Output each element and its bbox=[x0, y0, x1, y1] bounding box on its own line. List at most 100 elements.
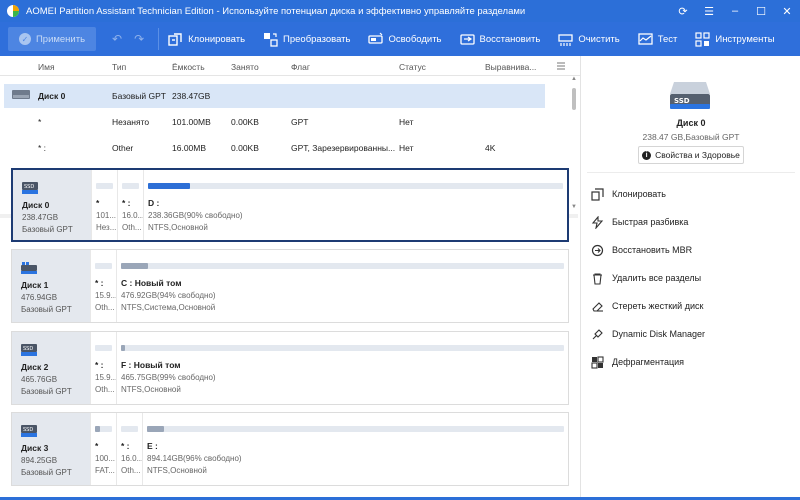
partition-block[interactable]: * : 16.0... Oth... bbox=[117, 170, 143, 240]
disk-name: Диск 2 bbox=[21, 362, 49, 372]
partition-name: * bbox=[95, 441, 99, 451]
cell-capacity: 101.00MB bbox=[172, 117, 211, 127]
col-name-header[interactable]: Имя bbox=[38, 62, 55, 72]
partition-fs: NTFS,Основной bbox=[121, 385, 181, 394]
disk-card-0[interactable]: SSD Диск 0 238.47GB Базовый GPT * 101...… bbox=[11, 168, 569, 242]
partition-fs: NTFS,Основной bbox=[148, 223, 208, 232]
usage-bar bbox=[95, 263, 112, 269]
partition-block[interactable]: * : 15.9... Oth... bbox=[90, 250, 116, 322]
maximize-button[interactable]: ☐ bbox=[748, 0, 774, 22]
recover-icon bbox=[459, 33, 475, 45]
table-scrollbar[interactable]: ▲ ▼ bbox=[570, 76, 578, 212]
partition-block[interactable]: D : 238.36GB(90% свободно) NTFS,Основной bbox=[143, 170, 567, 240]
partition-block[interactable]: F : Новый том 465.75GB(99% свободно) NTF… bbox=[116, 332, 568, 404]
partition-block[interactable]: * 100... FAT... bbox=[90, 413, 116, 485]
scroll-up-icon[interactable]: ▲ bbox=[570, 76, 578, 82]
disk-name: Диск 1 bbox=[21, 280, 49, 290]
action-label: Удалить все разделы bbox=[612, 273, 702, 283]
cell-status: Нет bbox=[399, 117, 414, 127]
action-dynamic-disk[interactable]: Dynamic Disk Manager bbox=[591, 325, 705, 343]
table-row[interactable]: * : Other 16.00MB 0.00KB GPT, Зарезервир… bbox=[0, 136, 570, 160]
partition-fs: Oth... bbox=[95, 385, 115, 394]
partition-block[interactable]: C : Новый том 476.92GB(94% свободно) NTF… bbox=[116, 250, 568, 322]
partition-block[interactable]: * : 15.9... Oth... bbox=[90, 332, 116, 404]
divider bbox=[587, 172, 795, 173]
window-title: AOMEI Partition Assistant Technician Edi… bbox=[26, 5, 526, 17]
action-defrag[interactable]: Дефрагментация bbox=[591, 353, 684, 371]
toolbar-wipe-label: Очистить bbox=[578, 33, 620, 45]
partition-block[interactable]: E : 894.14GB(96% свободно) NTFS,Основной bbox=[142, 413, 568, 485]
ssd-large-icon: SSD bbox=[670, 82, 710, 109]
toolbar-recover-button[interactable]: Восстановить bbox=[451, 22, 550, 56]
clone-icon bbox=[168, 32, 182, 46]
partition-fs: Oth... bbox=[122, 223, 142, 232]
col-align-header[interactable]: Выравнива... bbox=[485, 62, 536, 72]
disk-card-1[interactable]: Диск 1 476.94GB Базовый GPT * : 15.9... … bbox=[11, 249, 569, 323]
col-used-header[interactable]: Занято bbox=[231, 62, 259, 72]
column-settings-icon[interactable] bbox=[556, 61, 566, 71]
partition-size: 476.92GB(94% свободно) bbox=[121, 291, 216, 300]
action-delete-all[interactable]: Удалить все разделы bbox=[591, 269, 701, 287]
toolbar-free-button[interactable]: Освободить bbox=[359, 22, 450, 56]
col-type-header[interactable]: Тип bbox=[112, 62, 126, 72]
partition-size: 15.9... bbox=[95, 373, 116, 382]
action-label: Быстрая разбивка bbox=[612, 217, 689, 227]
col-flag-header[interactable]: Флаг bbox=[291, 62, 310, 72]
minimize-button[interactable]: – bbox=[722, 0, 748, 22]
system-disk-icon bbox=[21, 262, 37, 274]
toolbar-tools-button[interactable]: Инструменты bbox=[686, 22, 783, 56]
cell-flag: GPT bbox=[291, 117, 309, 127]
disk-card-3[interactable]: SSD Диск 3 894.25GB Базовый GPT * 100...… bbox=[11, 412, 569, 486]
cell-used: 0.00KB bbox=[231, 117, 259, 127]
table-row[interactable]: Диск 0 Базовый GPT 238.47GB bbox=[4, 84, 545, 108]
ssd-icon: SSD bbox=[21, 344, 37, 356]
check-icon: ✓ bbox=[18, 33, 31, 45]
toolbar-test-button[interactable]: Тест bbox=[629, 22, 687, 56]
menu-icon[interactable]: ☰ bbox=[696, 0, 722, 22]
partition-fs: NTFS,Система,Основной bbox=[121, 303, 216, 312]
ssd-icon: SSD bbox=[22, 182, 38, 194]
partition-fs: FAT... bbox=[95, 466, 115, 475]
undo-icon[interactable]: ↶ bbox=[112, 32, 122, 46]
redo-icon[interactable]: ↷ bbox=[134, 32, 144, 46]
free-space-icon bbox=[368, 32, 384, 44]
table-row[interactable]: * Незанято 101.00MB 0.00KB GPT Нет bbox=[0, 110, 570, 134]
cell-status: Нет bbox=[399, 143, 414, 153]
cell-used: 0.00KB bbox=[231, 143, 259, 153]
partition-size: 16.0... bbox=[122, 211, 143, 220]
title-bar: AOMEI Partition Assistant Technician Edi… bbox=[0, 0, 800, 22]
scroll-down-icon[interactable]: ▼ bbox=[570, 204, 578, 210]
toolbar-convert-label: Преобразовать bbox=[283, 33, 351, 45]
disk-info: SSD Диск 0 238.47GB Базовый GPT bbox=[13, 170, 91, 240]
usage-bar bbox=[147, 426, 564, 432]
cell-type: Other bbox=[112, 143, 134, 153]
action-quick-partition[interactable]: Быстрая разбивка bbox=[591, 213, 688, 231]
action-clone[interactable]: Клонировать bbox=[591, 185, 666, 203]
toolbar: ✓ Применить ↶ ↷ Клонировать Преобразоват… bbox=[0, 22, 800, 56]
toolbar-wipe-button[interactable]: Очистить bbox=[549, 22, 628, 56]
action-wipe-disk[interactable]: Стереть жесткий диск bbox=[591, 297, 703, 315]
cell-capacity: 238.47GB bbox=[172, 91, 211, 101]
partition-fs: Oth... bbox=[121, 466, 141, 475]
col-capacity-header[interactable]: Ёмкость bbox=[172, 62, 205, 72]
usage-bar bbox=[121, 345, 564, 351]
properties-health-button[interactable]: i Свойства и Здоровье bbox=[638, 146, 744, 164]
disk-type: Базовый GPT bbox=[21, 305, 72, 314]
partition-block[interactable]: * : 16.0... Oth... bbox=[116, 413, 142, 485]
scrollbar-thumb[interactable] bbox=[572, 88, 576, 110]
disk-card-2[interactable]: SSD Диск 2 465.76GB Базовый GPT * : 15.9… bbox=[11, 331, 569, 405]
col-status-header[interactable]: Статус bbox=[399, 62, 426, 72]
action-rebuild-mbr[interactable]: Восстановить MBR bbox=[591, 241, 692, 259]
tools-icon bbox=[695, 31, 710, 47]
refresh-icon[interactable]: ⟳ bbox=[670, 0, 696, 22]
toolbar-clone-button[interactable]: Клонировать bbox=[159, 22, 254, 56]
properties-label: Свойства и Здоровье bbox=[655, 150, 740, 160]
apply-button[interactable]: ✓ Применить bbox=[8, 27, 96, 51]
action-label: Восстановить MBR bbox=[612, 245, 693, 255]
dynamic-disk-icon bbox=[592, 328, 603, 339]
partition-size: 101... bbox=[96, 211, 117, 220]
close-button[interactable]: ✕ bbox=[774, 0, 800, 22]
toolbar-convert-button[interactable]: Преобразовать bbox=[254, 22, 359, 56]
partition-block[interactable]: * 101... Нез... bbox=[91, 170, 117, 240]
cell-name: * : bbox=[38, 143, 47, 153]
